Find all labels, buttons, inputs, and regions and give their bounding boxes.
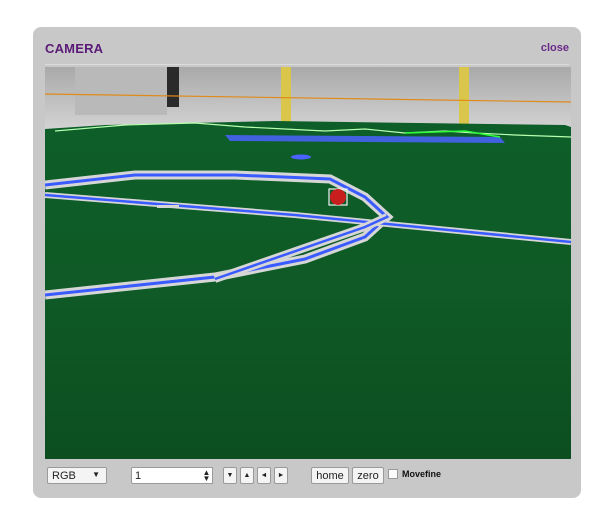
color-mode-select[interactable]: RGB ▼ [47,467,107,484]
camera-panel: CAMERA close RGB ▼ 1 ▲ ▼ ▼ ▲ ◄ ► home ze… [33,27,581,498]
field-marker [157,205,179,208]
movefine-label: Movefine [402,469,442,479]
close-link[interactable]: close [541,42,569,54]
tilt-up-button[interactable]: ▲ [240,467,254,484]
zero-button[interactable]: zero [352,467,384,484]
pan-left-button[interactable]: ◄ [257,467,271,484]
step-value: 1 [135,469,142,482]
ball [330,189,346,205]
camera-feed[interactable] [45,67,571,459]
color-mode-value: RGB [52,469,76,482]
movefine-checkbox[interactable] [388,469,398,479]
panel-title: CAMERA [45,41,104,56]
camera-controls: RGB ▼ 1 ▲ ▼ ▼ ▲ ◄ ► home zero Movefine [45,465,571,485]
step-input[interactable]: 1 [131,467,203,484]
penalty-spot [291,154,311,160]
wall-panel [75,67,167,115]
home-button[interactable]: home [311,467,349,484]
spinner-arrows-icon[interactable]: ▲ ▼ [201,467,213,484]
camera-feed-image [45,67,571,459]
pan-right-button[interactable]: ► [274,467,288,484]
panel-header: CAMERA close [45,39,569,61]
chevron-down-icon: ▼ [92,470,100,479]
header-divider [45,64,569,65]
tilt-down-button[interactable]: ▼ [223,467,237,484]
